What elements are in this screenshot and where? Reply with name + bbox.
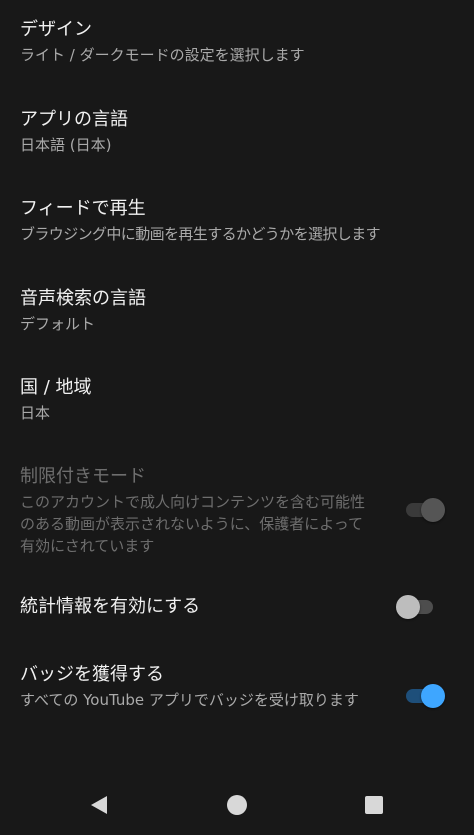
setting-voice-search-language-title: 音声検索の言語 — [20, 288, 146, 309]
home-circle-icon[interactable] — [225, 793, 249, 817]
recents-square-icon[interactable] — [362, 793, 386, 817]
setting-region-subtitle: 日本 — [20, 404, 51, 422]
setting-region[interactable]: 国 / 地域 日本 — [0, 376, 474, 424]
system-nav-bar — [0, 775, 474, 835]
stats-toggle[interactable] — [396, 595, 438, 619]
setting-region-title: 国 / 地域 — [20, 377, 92, 398]
restricted-mode-toggle — [403, 498, 445, 522]
setting-app-language[interactable]: アプリの言語 日本語 (日本) — [0, 108, 474, 156]
setting-feed-playback-subtitle: ブラウジング中に動画を再生するかどうかを選択します — [20, 225, 381, 243]
setting-stats-title: 統計情報を有効にする — [20, 596, 201, 617]
setting-design[interactable]: デザイン ライト / ダークモードの設定を選択します — [0, 18, 474, 66]
setting-badges-title: バッジを獲得する — [20, 664, 164, 685]
setting-design-title: デザイン — [20, 19, 92, 40]
setting-badges-subtitle: すべての YouTube アプリでバッジを受け取ります — [20, 691, 359, 709]
back-triangle-shape — [91, 796, 107, 814]
badges-toggle[interactable] — [403, 684, 445, 708]
setting-voice-search-language-subtitle: デフォルト — [20, 315, 96, 333]
back-triangle-icon[interactable] — [87, 793, 111, 817]
restricted-mode-toggle-thumb — [421, 498, 445, 522]
home-circle-shape — [227, 795, 247, 815]
stats-toggle-thumb — [396, 595, 420, 619]
setting-voice-search-language[interactable]: 音声検索の言語 デフォルト — [0, 287, 474, 335]
setting-restricted-mode-subtitle: このアカウントで成人向けコンテンツを含む可能性のある動画が表示されないように、保… — [20, 493, 366, 555]
setting-restricted-mode-title: 制限付きモード — [20, 466, 146, 487]
setting-feed-playback[interactable]: フィードで再生 ブラウジング中に動画を再生するかどうかを選択します — [0, 197, 474, 245]
badges-toggle-thumb — [421, 684, 445, 708]
setting-app-language-title: アプリの言語 — [20, 109, 128, 130]
setting-feed-playback-title: フィードで再生 — [20, 198, 146, 219]
setting-app-language-subtitle: 日本語 (日本) — [20, 136, 112, 154]
setting-design-subtitle: ライト / ダークモードの設定を選択します — [20, 46, 305, 64]
recents-square-shape — [365, 796, 383, 814]
